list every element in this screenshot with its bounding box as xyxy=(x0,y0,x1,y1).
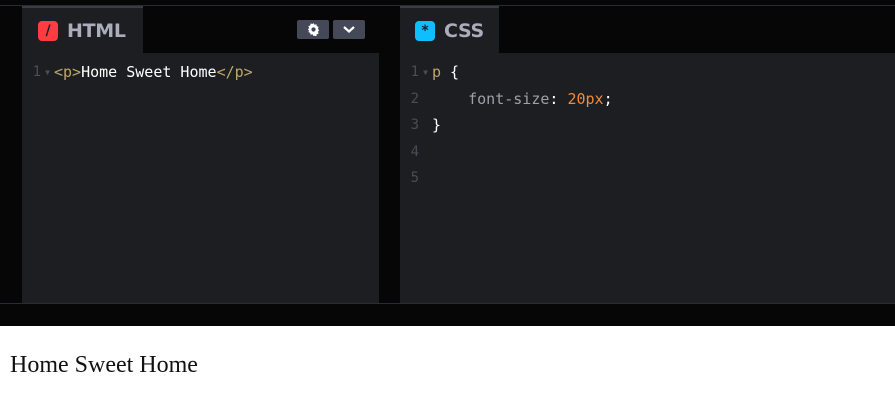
line-number: 2 xyxy=(410,90,419,107)
gear-icon xyxy=(307,23,319,36)
css-editor-pane: * CSS 1 ▼ p { 2 font-size: 20px; 3 } 4 5 xyxy=(400,6,895,303)
css-asterisk-icon: * xyxy=(415,20,435,41)
chevron-down-icon xyxy=(343,26,355,33)
tab-css-label: CSS xyxy=(444,19,484,42)
line-number: 5 xyxy=(410,170,419,187)
css-pane-header: * CSS xyxy=(400,6,895,53)
tab-html[interactable]: / HTML xyxy=(22,6,143,53)
code-line: 2 font-size: 20px; xyxy=(400,86,895,113)
code-editor: / HTML 1 ▼ <p>Home Sweet Home</p> * CSS … xyxy=(0,0,895,326)
settings-button[interactable] xyxy=(297,20,329,39)
line-number: 1 xyxy=(410,64,419,81)
code-text: font-size: 20px; xyxy=(468,89,613,108)
collapse-button[interactable] xyxy=(333,20,365,39)
tab-css[interactable]: * CSS xyxy=(400,6,499,53)
result-preview: Home Sweet Home xyxy=(0,326,895,415)
code-line: 3 } xyxy=(400,112,895,139)
code-text: p { xyxy=(432,63,460,82)
fold-arrow-icon[interactable]: ▼ xyxy=(41,68,54,77)
line-number: 1 xyxy=(32,64,41,81)
code-line: 5 xyxy=(400,165,895,192)
left-gutter xyxy=(0,6,22,303)
editor-bottom-bar[interactable] xyxy=(0,303,895,326)
html-editor-pane: / HTML 1 ▼ <p>Home Sweet Home</p> xyxy=(22,6,379,303)
code-text: <p>Home Sweet Home</p> xyxy=(54,63,253,82)
html-pane-header: / HTML xyxy=(22,6,379,53)
code-line: 4 xyxy=(400,139,895,166)
code-line: 1 ▼ p { xyxy=(400,59,895,86)
preview-paragraph: Home Sweet Home xyxy=(10,352,198,378)
html-slash-icon: / xyxy=(38,20,58,41)
tab-html-label: HTML xyxy=(67,19,126,42)
fold-arrow-icon[interactable]: ▼ xyxy=(419,68,432,77)
css-code[interactable]: 1 ▼ p { 2 font-size: 20px; 3 } 4 5 xyxy=(400,59,895,192)
line-number: 4 xyxy=(410,143,419,160)
code-line: 1 ▼ <p>Home Sweet Home</p> xyxy=(22,59,379,86)
html-pane-buttons xyxy=(297,20,365,39)
line-number: 3 xyxy=(410,117,419,134)
html-code[interactable]: 1 ▼ <p>Home Sweet Home</p> xyxy=(22,59,379,86)
pane-resizer[interactable] xyxy=(379,6,400,303)
code-text: } xyxy=(432,116,442,135)
